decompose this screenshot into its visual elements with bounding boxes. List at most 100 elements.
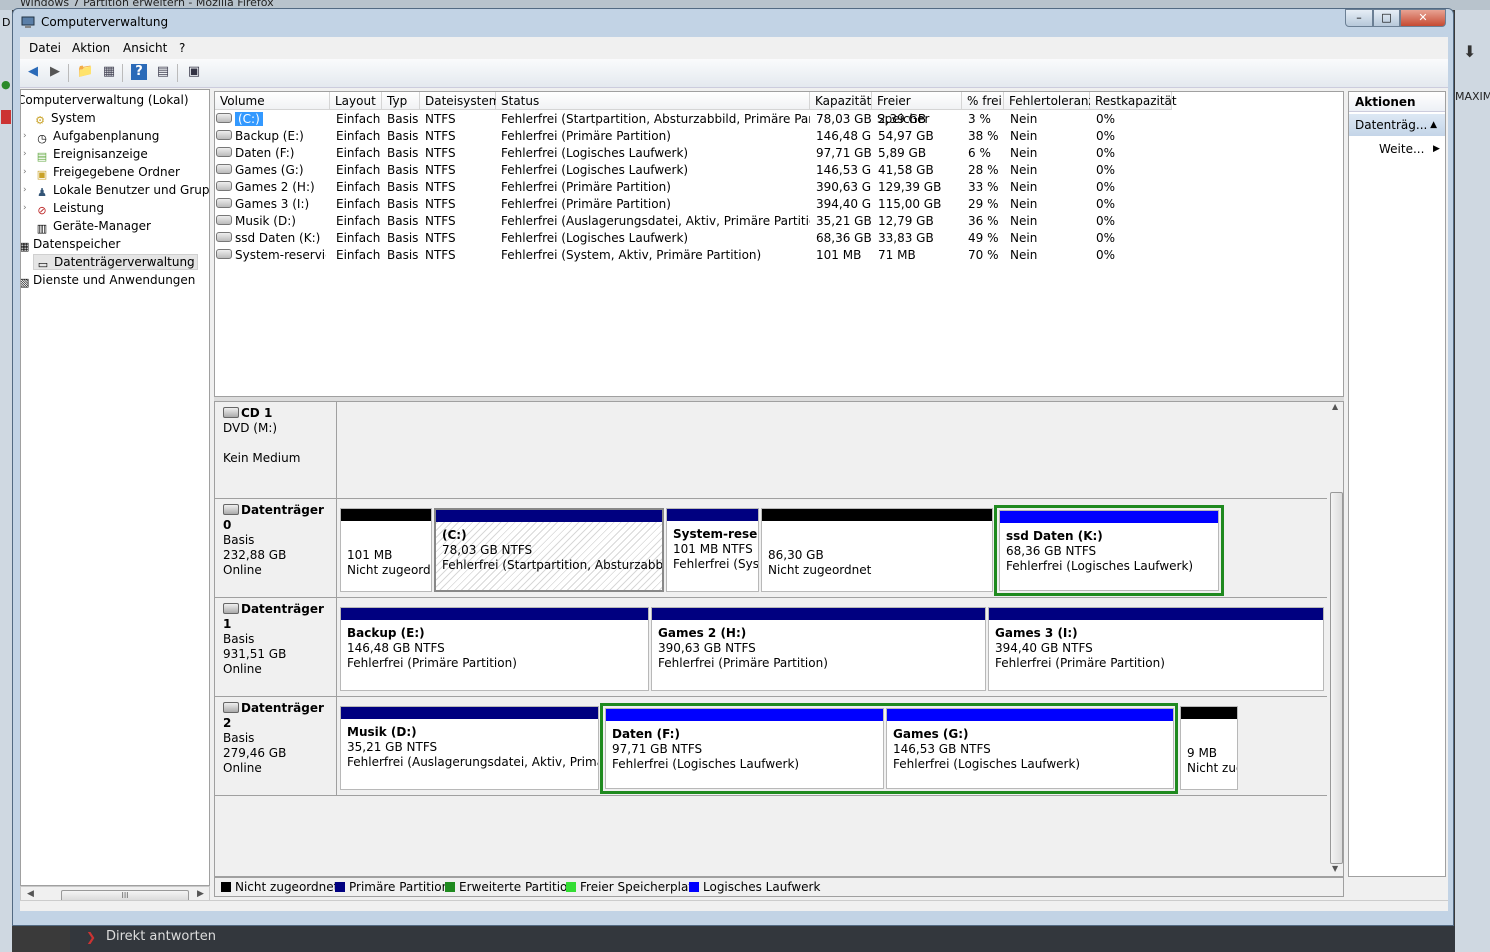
tree-item-geraete-manager[interactable]: ▥ Geräte-Manager	[35, 218, 151, 235]
col-header-restkapazitaet[interactable]: Restkapazität	[1090, 92, 1177, 110]
col-header-freier-speicher[interactable]: Freier Speicher	[872, 92, 962, 126]
table-row[interactable]: Musik (D:) Einfach Basis NTFS Fehlerfrei (Au…	[215, 213, 1343, 230]
back-icon[interactable]: ◀	[25, 64, 41, 80]
minimize-button[interactable]: –	[1345, 9, 1373, 27]
scroll-up-icon[interactable]: ▲	[1332, 402, 1338, 411]
partition-musik-d[interactable]: Musik (D:) 35,21 GB NTFS Fehlerfrei (Ausla…	[340, 706, 599, 790]
close-button[interactable]: ✕	[1400, 9, 1446, 27]
volume-icon	[216, 198, 232, 208]
tree-item-dienste[interactable]: ▧ Dienste und Anwendungen	[21, 272, 195, 289]
col-header-status[interactable]: Status	[496, 92, 810, 110]
disk-label-2[interactable]: Datenträger 2 Basis 279,46 GB Online	[215, 697, 337, 796]
cell-freier-speicher: 71 MB	[878, 248, 916, 262]
disk-view-vertical-scrollbar[interactable]: ▲ ▼	[1328, 402, 1343, 876]
col-header-kapazitaet[interactable]: Kapazität	[810, 92, 872, 110]
download-icon[interactable]: ⬇	[1463, 42, 1481, 61]
table-row[interactable]: Games 2 (H:) Einfach Basis NTFS Fehlerfrei (…	[215, 179, 1343, 196]
hard-disk-icon	[223, 603, 239, 614]
col-header-volume[interactable]: Volume	[215, 92, 330, 110]
cell-kapazitaet: 78,03 GB	[816, 112, 872, 126]
col-header-prozent-frei[interactable]: % frei	[962, 92, 1004, 110]
cell-layout: Einfach	[336, 248, 381, 262]
expand-icon[interactable]: ›	[23, 128, 27, 145]
disk-row-2: Datenträger 2 Basis 279,46 GB Online Mus…	[215, 697, 1327, 796]
disk-state: Online	[223, 761, 262, 775]
menu-help[interactable]: ?	[179, 41, 185, 55]
col-header-dateisystem[interactable]: Dateisystem	[420, 92, 500, 110]
tree-item-ereignisanzeige[interactable]: › ▤ Ereignisanzeige	[23, 146, 148, 163]
hard-disk-icon	[223, 504, 239, 515]
table-row[interactable]: Games (G:) Einfach Basis NTFS Fehlerfrei (Lo…	[215, 162, 1343, 179]
collapse-icon[interactable]: ▲	[1430, 114, 1437, 136]
tree-item-datentraegerverwaltung[interactable]: ▭ Datenträgerverwaltung	[33, 254, 198, 271]
menu-ansicht[interactable]: Ansicht	[123, 41, 167, 55]
partition-games-g[interactable]: Games (G:) 146,53 GB NTFS Fehlerfrei (Logi…	[886, 708, 1174, 789]
tree-selection: ▭ Datenträgerverwaltung	[33, 254, 198, 271]
partition-unallocated-101mb[interactable]: 101 MBNicht zugeordnet	[340, 508, 432, 592]
forward-icon[interactable]: ▶	[47, 64, 63, 80]
tree-item-freigegebene-ordner[interactable]: › ▣ Freigegebene Ordner	[23, 164, 180, 181]
actions-section-datentraegerverwaltung[interactable]: Datenträg... ▲	[1349, 114, 1445, 136]
scroll-right-icon[interactable]: ▶	[197, 889, 204, 899]
browser-close-tab-icon	[1, 110, 11, 124]
scroll-down-icon[interactable]: ▼	[1332, 864, 1338, 873]
partition-backup-e[interactable]: Backup (E:) 146,48 GB NTFS Fehlerfrei (Pri…	[340, 607, 649, 691]
disk-label-1[interactable]: Datenträger 1 Basis 931,51 GB Online	[215, 598, 337, 697]
properties-icon[interactable]: ▣	[186, 64, 202, 80]
submenu-arrow-icon: ▶	[1433, 144, 1440, 154]
cd-drive-icon	[223, 407, 239, 418]
show-hide-tree-icon[interactable]: ▦	[101, 64, 117, 80]
menu-aktion[interactable]: Aktion	[72, 41, 110, 55]
maximize-button[interactable]: □	[1373, 9, 1400, 27]
cell-typ: Basis	[387, 180, 419, 194]
cell-freier-speicher: 129,39 GB	[878, 180, 942, 194]
disk-label-cd1[interactable]: CD 1 DVD (M:) Kein Medium	[215, 402, 337, 499]
tree-item-lokale-benutzer[interactable]: ›♟Lokale Benutzer und Gruppen	[23, 182, 209, 199]
partition-daten-f[interactable]: Daten (F:) 97,71 GB NTFS Fehlerfrei (Logis…	[605, 708, 884, 789]
partition-games2-h[interactable]: Games 2 (H:) 390,63 GB NTFS Fehlerfrei (Pr…	[651, 607, 986, 691]
disk-label-0[interactable]: Datenträger 0 Basis 232,88 GB Online	[215, 499, 337, 598]
expand-icon[interactable]: ›	[23, 200, 27, 217]
expand-icon[interactable]: ›	[23, 146, 27, 163]
cell-typ: Basis	[387, 231, 419, 245]
reply-link[interactable]: Direkt antworten	[106, 929, 216, 944]
cell-fehlertoleranz: Nein	[1010, 248, 1038, 262]
tree-item-datenspeicher[interactable]: ▦ Datenspeicher	[21, 236, 120, 253]
actions-more[interactable]: Weite... ▶	[1379, 140, 1440, 158]
partition-system-reserviert[interactable]: System-reserviert101 MB NTFSFehlerfrei (…	[666, 508, 759, 592]
table-row[interactable]: Daten (F:) Einfach Basis NTFS Fehlerfrei (Lo…	[215, 145, 1343, 162]
cell-prozent-frei: 36 %	[968, 214, 999, 228]
expand-icon[interactable]: ›	[23, 164, 27, 181]
partition-ssd-daten-k[interactable]: ssd Daten (K:) 68,36 GB NTFS Fehlerfrei (L…	[999, 510, 1219, 591]
table-row[interactable]: ssd Daten (K:) Einfach Basis NTFS Fehlerfrei…	[215, 230, 1343, 247]
table-row[interactable]: Backup (E:) Einfach Basis NTFS Fehlerfrei (P…	[215, 128, 1343, 145]
col-header-fehlertoleranz[interactable]: Fehlertoleranz	[1004, 92, 1095, 110]
cell-fehlertoleranz: Nein	[1010, 231, 1038, 245]
window-titlebar[interactable]: Computerverwaltung – □ ✕	[13, 9, 1453, 37]
primary-partition-bar	[436, 510, 662, 522]
cell-dateisystem: NTFS	[425, 231, 456, 245]
tree-item-system[interactable]: ⚙ System	[33, 110, 96, 127]
table-row[interactable]: Games 3 (I:) Einfach Basis NTFS Fehlerfrei (…	[215, 196, 1343, 213]
table-row[interactable]: System-reserviert Einfach Basis NTFS Fehlerf…	[215, 247, 1343, 264]
menubar: Datei Aktion Ansicht ?	[20, 37, 1448, 59]
expand-icon[interactable]: ›	[23, 182, 27, 199]
cell-layout: Einfach	[336, 231, 381, 245]
tree-root[interactable]: Computerverwaltung (Lokal)	[21, 92, 189, 109]
tree-item-leistung[interactable]: › ⊘ Leistung	[23, 200, 104, 217]
scroll-thumb[interactable]	[1330, 492, 1343, 864]
table-row[interactable]: (C:) Einfach Basis NTFS Fehlerfrei (Startpar…	[215, 111, 1343, 128]
col-header-typ[interactable]: Typ	[382, 92, 420, 110]
partition-unallocated-9mb[interactable]: 9 MBNicht zugeordnet	[1180, 706, 1238, 790]
partition-c[interactable]: (C:) 78,03 GB NTFS Fehlerfrei (Startpartit…	[434, 508, 664, 592]
tree-item-aufgabenplanung[interactable]: › ◷ Aufgabenplanung	[23, 128, 159, 145]
partition-games3-i[interactable]: Games 3 (I:) 394,40 GB NTFS Fehlerfrei (Pr…	[988, 607, 1324, 691]
cell-kapazitaet: 35,21 GB	[816, 214, 872, 228]
help-icon[interactable]: ?	[131, 64, 147, 80]
up-folder-icon[interactable]: 📁	[77, 64, 93, 80]
partition-unallocated-86gb[interactable]: 86,30 GB Nicht zugeordnet	[761, 508, 993, 592]
scroll-left-icon[interactable]: ◀	[27, 889, 34, 899]
col-header-layout[interactable]: Layout	[330, 92, 382, 110]
menu-datei[interactable]: Datei	[29, 41, 61, 55]
view-icon[interactable]: ▤	[155, 64, 171, 80]
